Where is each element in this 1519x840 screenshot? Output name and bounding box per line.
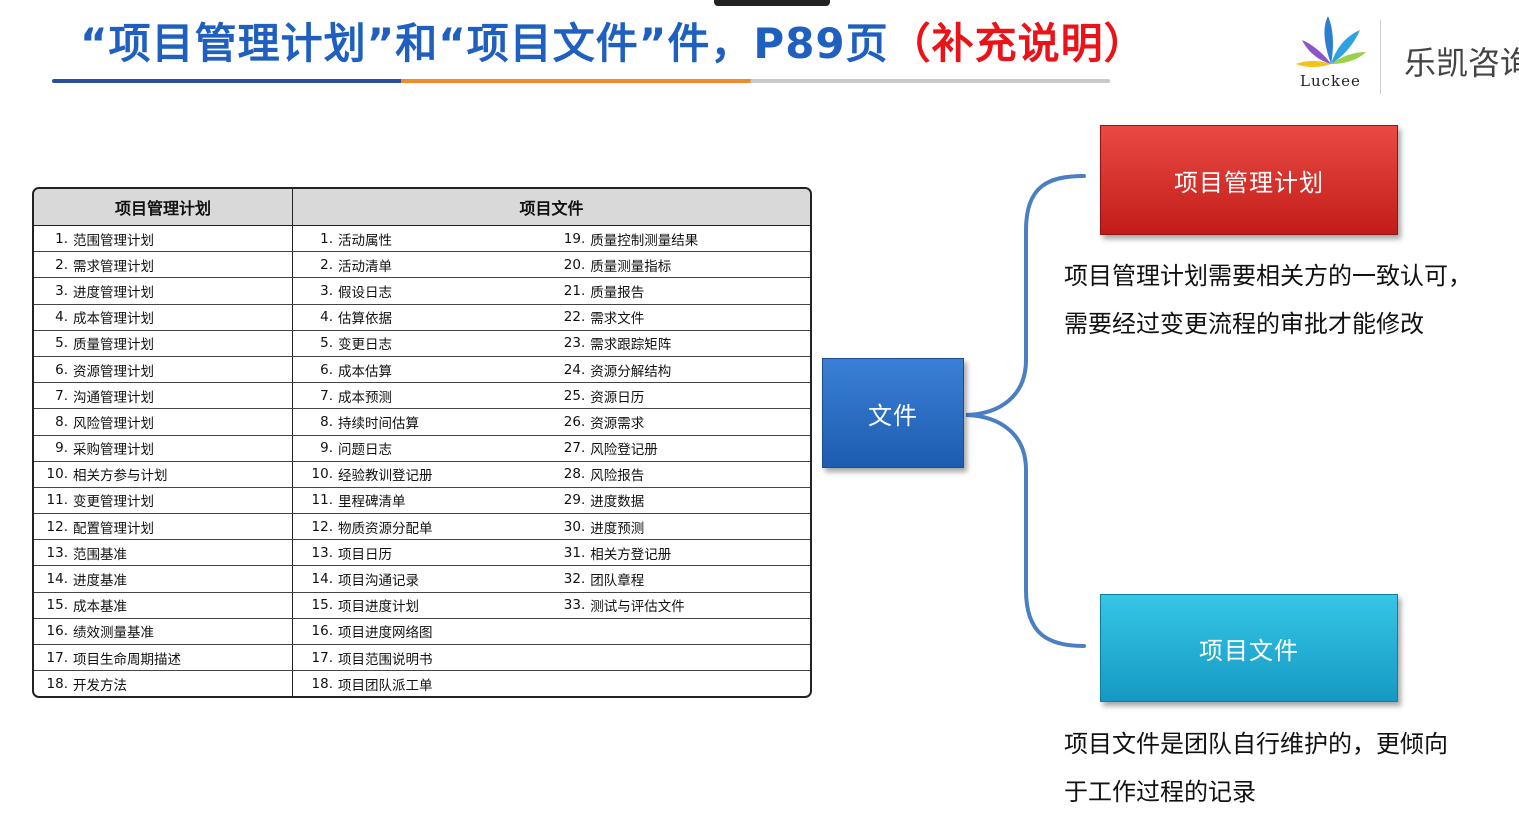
plan-item-cell: 16. 绩效测量基准 — [34, 618, 293, 646]
document-item-cell: 12. 物质资源分配单 — [292, 513, 552, 541]
plan-item-cell: 6. 资源管理计划 — [34, 356, 293, 384]
document-item-cell: 23. 需求跟踪矩阵 — [551, 330, 810, 357]
document-item-cell: 30. 进度预测 — [551, 513, 810, 541]
plan-item-cell: 10. 相关方参与计划 — [34, 461, 293, 488]
file-root-node: 文件 — [822, 358, 964, 468]
project-plan-node: 项目管理计划 — [1100, 125, 1398, 235]
brace-connector — [965, 174, 1086, 648]
table-row: 16. 绩效测量基准 16. 项目进度网络图 — [34, 618, 810, 646]
plan-item-cell: 15. 成本基准 — [34, 592, 293, 619]
plan-item-cell: 7. 沟通管理计划 — [34, 382, 293, 410]
logo-divider — [1380, 20, 1381, 94]
document-item-cell: 4. 估算依据 — [292, 304, 552, 331]
table-row: 14. 进度基准 14. 项目沟通记录 32. 团队章程 — [34, 565, 810, 593]
document-item-cell: 24. 资源分解结构 — [551, 356, 810, 384]
plan-item-cell: 5. 质量管理计划 — [34, 330, 293, 357]
document-item-cell: 10. 经验教训登记册 — [292, 461, 552, 488]
title-note: （补充说明） — [888, 19, 1147, 68]
table-row: 8. 风险管理计划 8. 持续时间估算 26. 资源需求 — [34, 408, 810, 436]
plan-desc-line-1: 项目管理计划需要相关方的一致认可， — [1064, 262, 1472, 290]
logo-wordmark: Luckee — [1300, 72, 1361, 90]
docs-desc-line-1: 项目文件是团队自行维护的，更倾向 — [1064, 730, 1448, 758]
document-item-cell: 26. 资源需求 — [551, 408, 810, 436]
document-item-cell: 16. 项目进度网络图 — [292, 618, 552, 646]
table-row: 7. 沟通管理计划 7. 成本预测 25. 资源日历 — [34, 382, 810, 410]
document-item-cell: 17. 项目范围说明书 — [292, 644, 552, 672]
document-item-cell: 8. 持续时间估算 — [292, 408, 552, 436]
plan-item-cell: 17. 项目生命周期描述 — [34, 644, 293, 672]
company-logo: Luckee 乐凯咨询 — [1290, 14, 1519, 94]
table-row: 18. 开发方法 18. 项目团队派工单 — [34, 670, 810, 697]
document-item-cell: 20. 质量测量指标 — [551, 251, 810, 279]
document-item-cell: 22. 需求文件 — [551, 304, 810, 331]
table-row: 11. 变更管理计划 11. 里程碑清单 29. 进度数据 — [34, 487, 810, 515]
plan-item-cell: 2. 需求管理计划 — [34, 251, 293, 279]
document-item-cell: 21. 质量报告 — [551, 277, 810, 305]
document-item-cell: 1. 活动属性 — [292, 225, 552, 253]
plan-item-cell: 12. 配置管理计划 — [34, 513, 293, 541]
docs-desc-line-2: 于工作过程的记录 — [1064, 778, 1256, 806]
slide-title: “项目管理计划”和“项目文件”件，P89页（补充说明） — [80, 14, 1147, 74]
document-item-cell: 31. 相关方登记册 — [551, 539, 810, 567]
title-main: “项目管理计划”和“项目文件”件，P89页 — [80, 19, 889, 68]
table-row: 1. 范围管理计划 1. 活动属性 19. 质量控制测量结果 — [34, 225, 810, 253]
document-item-cell: 19. 质量控制测量结果 — [551, 225, 810, 253]
plan-item-cell: 9. 采购管理计划 — [34, 435, 293, 462]
document-item-cell: 25. 资源日历 — [551, 382, 810, 410]
table-row: 10. 相关方参与计划 10. 经验教训登记册 28. 风险报告 — [34, 461, 810, 488]
document-item-cell: 6. 成本估算 — [292, 356, 552, 384]
document-item-cell — [551, 671, 810, 697]
table-row: 17. 项目生命周期描述 17. 项目范围说明书 — [34, 644, 810, 672]
project-documents-description: 项目文件是团队自行维护的，更倾向 于工作过程的记录 — [1064, 720, 1448, 816]
project-plan-description: 项目管理计划需要相关方的一致认可， 需要经过变更流程的审批才能修改 — [1064, 252, 1472, 348]
plan-item-cell: 3. 进度管理计划 — [34, 277, 293, 305]
plan-item-cell: 14. 进度基准 — [34, 565, 293, 593]
document-item-cell: 7. 成本预测 — [292, 382, 552, 410]
header-project-plan: 项目管理计划 — [34, 189, 293, 226]
table-row: 6. 资源管理计划 6. 成本估算 24. 资源分解结构 — [34, 356, 810, 384]
document-item-cell: 2. 活动清单 — [292, 251, 552, 279]
plan-item-cell: 11. 变更管理计划 — [34, 487, 293, 515]
document-item-cell: 3. 假设日志 — [292, 277, 552, 305]
table-row: 4. 成本管理计划 4. 估算依据 22. 需求文件 — [34, 304, 810, 331]
table-row: 12. 配置管理计划 12. 物质资源分配单 30. 进度预测 — [34, 513, 810, 541]
document-item-cell: 5. 变更日志 — [292, 330, 552, 357]
header-project-documents: 项目文件 — [292, 189, 810, 226]
document-item-cell: 28. 风险报告 — [551, 461, 810, 488]
plan-item-cell: 1. 范围管理计划 — [34, 225, 293, 253]
plan-item-cell: 13. 范围基准 — [34, 539, 293, 567]
screen-share-bar — [714, 0, 830, 6]
document-item-cell — [551, 618, 810, 646]
plan-desc-line-2: 需要经过变更流程的审批才能修改 — [1064, 310, 1424, 338]
table-row: 15. 成本基准 15. 项目进度计划 33. 测试与评估文件 — [34, 592, 810, 619]
document-item-cell: 32. 团队章程 — [551, 565, 810, 593]
document-item-cell — [551, 644, 810, 672]
plan-item-cell: 18. 开发方法 — [34, 670, 293, 697]
document-item-cell: 15. 项目进度计划 — [292, 592, 552, 619]
document-item-cell: 29. 进度数据 — [551, 487, 810, 515]
document-item-cell: 27. 风险登记册 — [551, 435, 810, 462]
document-item-cell: 9. 问题日志 — [292, 435, 552, 462]
plan-item-cell: 4. 成本管理计划 — [34, 304, 293, 331]
table-row: 13. 范围基准 13. 项目日历 31. 相关方登记册 — [34, 539, 810, 567]
project-documents-node: 项目文件 — [1100, 594, 1398, 702]
title-underline — [52, 79, 1110, 83]
document-item-cell: 33. 测试与评估文件 — [551, 592, 810, 619]
luckee-flower-logo-icon — [1296, 16, 1366, 67]
company-name: 乐凯咨询 — [1404, 44, 1519, 82]
plan-item-cell: 8. 风险管理计划 — [34, 408, 293, 436]
table-row: 5. 质量管理计划 5. 变更日志 23. 需求跟踪矩阵 — [34, 330, 810, 357]
plan-vs-documents-table: 项目管理计划 项目文件 1. 范围管理计划 1. 活动属性 19. 质量控制测量结果 2. 需… — [32, 187, 812, 699]
document-item-cell: 11. 里程碑清单 — [292, 487, 552, 515]
table-row: 2. 需求管理计划 2. 活动清单 20. 质量测量指标 — [34, 251, 810, 279]
document-item-cell: 14. 项目沟通记录 — [292, 565, 552, 593]
table-row: 3. 进度管理计划 3. 假设日志 21. 质量报告 — [34, 277, 810, 305]
table-row: 9. 采购管理计划 9. 问题日志 27. 风险登记册 — [34, 435, 810, 462]
document-item-cell: 18. 项目团队派工单 — [311, 675, 433, 694]
document-item-cell: 13. 项目日历 — [292, 539, 552, 567]
